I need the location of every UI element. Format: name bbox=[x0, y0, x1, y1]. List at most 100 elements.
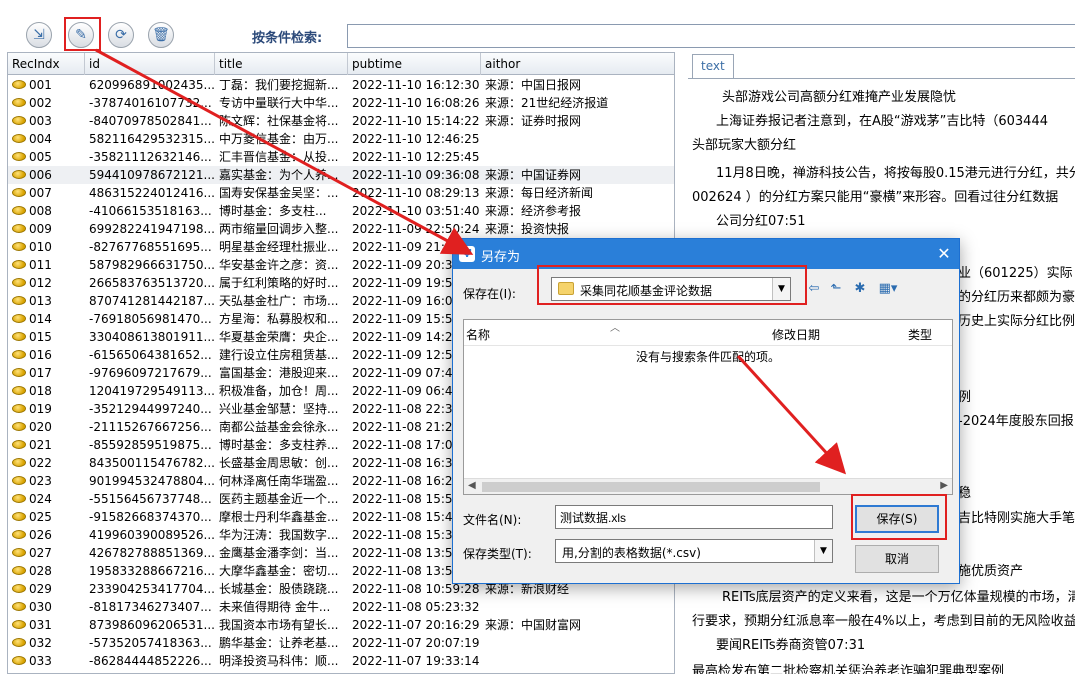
grid-header: RecIndx id title pubtime aithor bbox=[8, 53, 674, 75]
table-row[interactable]: 032 -57352057418363... 鹏华基金：让养老基... 2022-11… bbox=[8, 634, 674, 652]
pubtime-cell: 2022-11-10 12:46:25 bbox=[352, 132, 480, 146]
app-icon: Ψ bbox=[459, 246, 475, 262]
id-cell: -37874016107732... bbox=[89, 96, 212, 110]
close-icon[interactable]: ✕ bbox=[929, 239, 959, 269]
table-row[interactable]: 008 -41066153518163... 博时基金：多支柱... 2022-11-… bbox=[8, 202, 674, 220]
new-folder-icon[interactable]: ✱ bbox=[851, 281, 869, 297]
pubtime-cell: 2022-11-10 09:36:08 bbox=[352, 168, 480, 182]
rec-index-cell: 026 bbox=[8, 526, 85, 544]
rec-index-text: 030 bbox=[29, 600, 52, 614]
text-line: 最高检发布第二批检察机关惩治养老诈骗犯罪典型案例 bbox=[692, 664, 1005, 674]
export-icon[interactable]: ⇲ bbox=[26, 22, 52, 48]
table-row[interactable]: 001 620996891002435... 丁磊：我们要挖掘新... 2022-11… bbox=[8, 76, 674, 94]
rec-index-cell: 006 bbox=[8, 166, 85, 184]
view-menu-icon[interactable]: ▦▾ bbox=[873, 281, 903, 297]
column-header-title[interactable]: title bbox=[215, 53, 348, 75]
id-cell: 486315224012416... bbox=[89, 186, 215, 200]
id-cell: 620996891002435... bbox=[89, 78, 215, 92]
rec-index-text: 007 bbox=[29, 186, 52, 200]
rec-index-text: 022 bbox=[29, 456, 52, 470]
text-line: 头部玩家大额分红 bbox=[692, 138, 797, 153]
rec-index-text: 003 bbox=[29, 114, 52, 128]
record-icon bbox=[12, 260, 26, 269]
chevron-down-icon[interactable]: ▼ bbox=[814, 540, 832, 562]
title-cell: 大摩华鑫基金：密切... bbox=[219, 564, 339, 578]
title-cell: 明星基金经理杜振业... bbox=[219, 240, 339, 254]
id-cell: 699282241947198... bbox=[89, 222, 215, 236]
text-line: 业（601225）实际 bbox=[958, 266, 1073, 281]
table-row[interactable]: 004 582116429532315... 中万菱信基金：由万... 2022-11… bbox=[8, 130, 674, 148]
rec-index-text: 025 bbox=[29, 510, 52, 524]
table-row[interactable]: 005 -35821112632146... 汇丰晋信基金：从投... 2022-11… bbox=[8, 148, 674, 166]
refresh-icon[interactable]: ⟳ bbox=[108, 22, 134, 48]
highlight-box bbox=[851, 494, 947, 540]
record-icon bbox=[12, 548, 26, 557]
record-icon bbox=[12, 404, 26, 413]
table-row[interactable]: 003 -84070978502841... 陈文辉：社保基金将... 2022-11… bbox=[8, 112, 674, 130]
filetype-combo[interactable]: 用,分割的表格数据(*.csv) ▼ bbox=[555, 539, 833, 563]
rec-index-text: 013 bbox=[29, 294, 52, 308]
back-icon[interactable]: ⇦ bbox=[805, 281, 823, 297]
title-cell: 属于红利策略的好时... bbox=[219, 276, 339, 290]
rec-index-cell: 022 bbox=[8, 454, 85, 472]
column-header-aithor[interactable]: aithor bbox=[481, 53, 674, 75]
id-cell: 870741281442187... bbox=[89, 294, 215, 308]
rec-index-cell: 032 bbox=[8, 634, 85, 652]
author-cell bbox=[481, 130, 674, 148]
text-line: 吉比特刚实施大手笔 bbox=[958, 511, 1075, 526]
id-cell: 233904253417704... bbox=[89, 582, 215, 596]
title-cell: 丁磊：我们要挖掘新... bbox=[219, 78, 339, 92]
scroll-left-icon[interactable]: ◀ bbox=[468, 480, 476, 491]
title-cell: 我国资本市场有望长... bbox=[219, 618, 339, 632]
table-row[interactable]: 006 594410978672121... 嘉实基金：为个人养... 2022-11… bbox=[8, 166, 674, 184]
filename-field[interactable] bbox=[555, 505, 833, 529]
column-header-id[interactable]: id bbox=[85, 53, 215, 75]
column-header-recindx[interactable]: RecIndx bbox=[8, 53, 85, 75]
save-in-label: 保存在(I): bbox=[463, 287, 516, 301]
up-folder-icon[interactable]: ⬑ bbox=[827, 281, 845, 297]
text-line: 行要求，预期分红派息率一般在4%以上，考虑到目前的无风险收益 bbox=[692, 614, 1075, 629]
author-cell: 来源：21世纪经济报道 bbox=[485, 96, 609, 110]
rec-index-cell: 021 bbox=[8, 436, 85, 454]
rec-index-cell: 005 bbox=[8, 148, 85, 166]
table-row[interactable]: 009 699282241947198... 两市缩量回调步入整... 2022-11… bbox=[8, 220, 674, 238]
table-row[interactable]: 033 -86284444852226... 明泽投资马科伟：顺... 2022-11… bbox=[8, 652, 674, 670]
id-cell: -85592859519875... bbox=[89, 438, 212, 452]
rec-index-cell: 029 bbox=[8, 580, 85, 598]
scroll-right-icon[interactable]: ▶ bbox=[940, 480, 948, 491]
rec-index-cell: 020 bbox=[8, 418, 85, 436]
id-cell: 587982966631750... bbox=[89, 258, 215, 272]
search-input[interactable] bbox=[347, 24, 1075, 48]
file-list[interactable]: ︿ 名称 修改日期 类型 没有与搜索条件匹配的项。 ◀ ▶ bbox=[463, 319, 953, 495]
title-cell: 华夏基金荣膺：央企... bbox=[219, 330, 339, 344]
record-icon bbox=[12, 134, 26, 143]
table-row[interactable]: 031 873986096206531... 我国资本市场有望长... 2022-11… bbox=[8, 616, 674, 634]
table-row[interactable]: 002 -37874016107732... 专访中量联行大中华... 2022-11… bbox=[8, 94, 674, 112]
rec-index-text: 021 bbox=[29, 438, 52, 452]
title-cell: 明泽投资马科伟：顺... bbox=[219, 654, 339, 668]
column-header-type[interactable]: 类型 bbox=[908, 326, 932, 343]
horizontal-scrollbar[interactable]: ◀ ▶ bbox=[464, 478, 952, 494]
rec-index-cell: 028 bbox=[8, 562, 85, 580]
cancel-button[interactable]: 取消 bbox=[855, 545, 939, 573]
author-cell bbox=[481, 634, 674, 652]
table-row[interactable]: 007 486315224012416... 国寿安保基金吴坚：... 2022-11… bbox=[8, 184, 674, 202]
scroll-thumb[interactable] bbox=[482, 482, 820, 492]
rec-index-cell: 007 bbox=[8, 184, 85, 202]
delete-icon[interactable]: 🗑 bbox=[148, 22, 174, 48]
record-icon bbox=[12, 206, 26, 215]
rec-index-text: 020 bbox=[29, 420, 52, 434]
record-icon bbox=[12, 530, 26, 539]
title-cell: 博时基金：多支柱养... bbox=[219, 438, 339, 452]
tab-text[interactable]: text bbox=[692, 54, 734, 78]
column-header-modified[interactable]: 修改日期 bbox=[772, 326, 820, 343]
rec-index-text: 009 bbox=[29, 222, 52, 236]
title-cell: 医药主题基金近一个... bbox=[219, 492, 339, 506]
pubtime-cell: 2022-11-10 03:51:40 bbox=[352, 204, 480, 218]
table-row[interactable]: 030 -81817346273407... 未来值得期待 金牛... 2022-11… bbox=[8, 598, 674, 616]
rec-index-text: 010 bbox=[29, 240, 52, 254]
column-header-pubtime[interactable]: pubtime bbox=[348, 53, 481, 75]
record-icon bbox=[12, 98, 26, 107]
column-header-name[interactable]: 名称 bbox=[466, 326, 490, 343]
id-cell: 873986096206531... bbox=[89, 618, 215, 632]
